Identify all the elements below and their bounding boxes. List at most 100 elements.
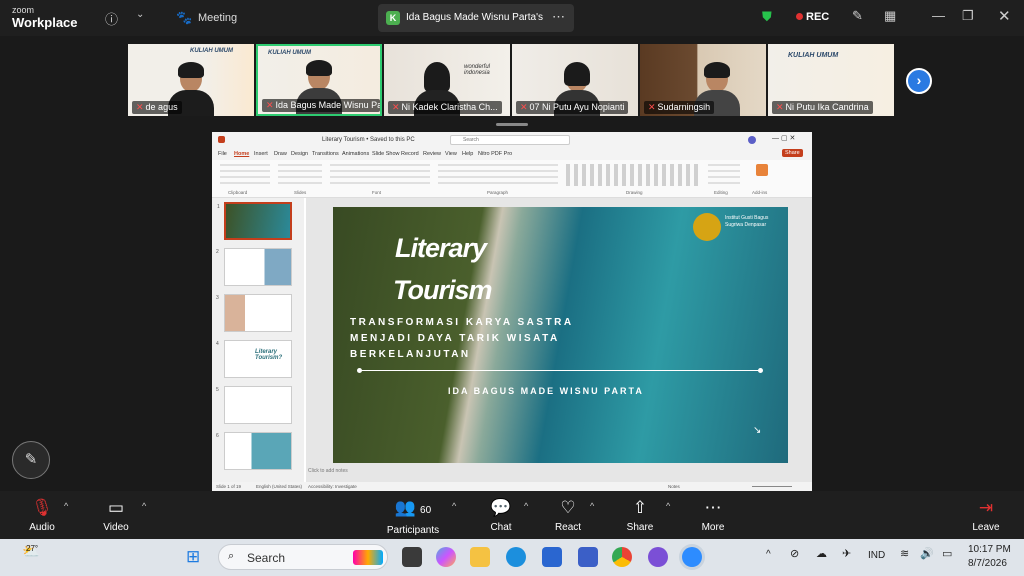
tab-file[interactable]: File xyxy=(218,151,227,157)
participants-caret-icon[interactable]: ^ xyxy=(452,501,456,511)
tab-record[interactable]: Record xyxy=(401,151,419,157)
video-caret-icon[interactable]: ^ xyxy=(142,501,146,511)
window-controls-icon[interactable]: — ▢ ✕ xyxy=(772,134,795,142)
participant-tile[interactable]: KULIAH UMUM ✕ de agus xyxy=(128,44,254,116)
share-button[interactable]: ⇧ Share xyxy=(622,497,658,533)
tray-icon[interactable]: ✈ xyxy=(842,547,851,560)
tray-icon[interactable]: ☁ xyxy=(816,547,827,560)
layout-icon[interactable]: ▦ xyxy=(884,8,896,24)
restore-icon[interactable]: ❐ xyxy=(962,8,974,24)
chat-caret-icon[interactable]: ^ xyxy=(524,501,528,511)
minimize-icon[interactable]: — xyxy=(932,8,945,23)
ppt-search-box[interactable]: Search xyxy=(450,135,570,145)
tab-animations[interactable]: Animations xyxy=(342,151,369,157)
zoom-app-icon[interactable] xyxy=(682,547,702,567)
slide-author: IDA BAGUS MADE WISNU PARTA xyxy=(448,386,644,396)
thumbnail-slide-6[interactable]: 6 xyxy=(216,432,292,470)
wifi-icon[interactable]: ≋ xyxy=(900,547,909,560)
status-accessibility[interactable]: Accessibility: Investigate xyxy=(308,484,357,489)
participant-tile[interactable]: wonderful indonesia ✕ Ni Kadek Claristha … xyxy=(384,44,510,116)
participant-name-text: Ida Bagus Made Wisnu Pa... xyxy=(275,100,380,110)
brand-top: zoom xyxy=(12,5,35,15)
tab-insert[interactable]: Insert xyxy=(254,151,268,157)
chrome-icon[interactable] xyxy=(612,547,632,567)
shared-screen-powerpoint[interactable]: Literary Tourism • Saved to this PC Sear… xyxy=(212,132,812,491)
tab-view[interactable]: View xyxy=(445,151,457,157)
leave-button[interactable]: ⇥ Leave xyxy=(966,497,1006,533)
close-icon[interactable]: ✕ xyxy=(998,7,1011,25)
tab-slideshow[interactable]: Slide Show xyxy=(372,151,400,157)
zoom-slider[interactable] xyxy=(752,486,792,487)
pen-sparkle-icon[interactable]: ✎ xyxy=(852,8,863,24)
thumbnail-slide-4[interactable]: 4 Literary Tourism? xyxy=(216,340,292,378)
share-caret-icon[interactable]: ^ xyxy=(666,501,670,511)
notes-placeholder[interactable]: Click to add notes xyxy=(308,468,348,474)
clock-time[interactable]: 10:17 PM xyxy=(968,544,1011,555)
react-button[interactable]: ♡ React xyxy=(550,497,586,533)
meeting-label[interactable]: Meeting xyxy=(198,12,237,24)
tab-help[interactable]: Help xyxy=(462,151,473,157)
rec-label[interactable]: REC xyxy=(806,11,829,23)
video-button[interactable]: ▭ Video xyxy=(98,497,134,533)
status-slide-count: Slide 1 of 19 xyxy=(216,484,242,489)
group-slides: Slides xyxy=(294,190,307,195)
tab-home[interactable]: Home xyxy=(234,151,249,157)
status-notes-button[interactable]: Notes xyxy=(668,484,680,489)
tray-icon[interactable]: ⊘ xyxy=(790,547,799,560)
windows-start-icon[interactable]: ⊞ xyxy=(186,547,200,567)
task-view-icon[interactable] xyxy=(402,547,422,567)
thumbnail-slide-1[interactable]: 1 xyxy=(217,202,292,240)
more-button[interactable]: ⋯ More xyxy=(696,497,730,533)
more-options-icon[interactable]: ⋯ xyxy=(552,9,565,25)
addins-icon[interactable] xyxy=(756,164,768,176)
audio-caret-icon[interactable]: ^ xyxy=(64,501,68,511)
chevron-down-icon[interactable]: ⌄ xyxy=(136,9,144,20)
participant-tile[interactable]: KULIAH UMUM ✕ Ni Putu Ika Candrina xyxy=(768,44,894,116)
battery-icon[interactable]: ▭ xyxy=(942,547,952,560)
tab-design[interactable]: Design xyxy=(291,151,308,157)
leave-label: Leave xyxy=(972,522,1000,533)
edge-icon[interactable] xyxy=(506,547,526,567)
screen-share-tab[interactable]: K Ida Bagus Made Wisnu Parta's scr ⋯ xyxy=(378,4,574,32)
shield-icon[interactable]: ⛊ xyxy=(762,9,772,25)
file-explorer-icon[interactable] xyxy=(470,547,490,567)
more-dots-icon: ⋯ xyxy=(704,498,722,517)
ppt-share-button[interactable]: Share xyxy=(782,149,803,157)
participant-tile[interactable]: ✕ Sudarningsih xyxy=(640,44,766,116)
status-language[interactable]: English (United States) xyxy=(256,484,302,489)
chat-button[interactable]: 💬 Chat xyxy=(484,497,518,533)
drag-handle[interactable] xyxy=(496,123,528,126)
participant-tile-active[interactable]: KULIAH UMUM ✕ Ida Bagus Made Wisnu Pa... xyxy=(256,44,382,116)
tab-review[interactable]: Review xyxy=(423,151,441,157)
thumbnail-slide-3[interactable]: 3 xyxy=(216,294,292,332)
taskbar-search-box[interactable]: ⌕ Search xyxy=(218,544,388,570)
record-dot-icon xyxy=(796,13,803,20)
participant-tile[interactable]: ✕ 07 Ni Putu Ayu Nopianti xyxy=(512,44,638,116)
clock-date[interactable]: 8/7/2026 xyxy=(968,558,1007,569)
input-language[interactable]: IND xyxy=(868,550,885,561)
tab-transitions[interactable]: Transitions xyxy=(312,151,339,157)
muted-mic-icon: ✕ xyxy=(648,102,656,112)
next-page-chevron-icon[interactable]: › xyxy=(906,68,932,94)
participant-name-text: Ni Kadek Claristha Ch... xyxy=(401,102,498,112)
tab-nitro[interactable]: Nitro PDF Pro xyxy=(478,151,512,157)
annotate-pencil-icon[interactable]: ✎ xyxy=(12,441,50,479)
current-slide[interactable]: Institut Gusti Bagus Sugriwa Denpasar Li… xyxy=(333,207,788,463)
video-camera-icon: ▭ xyxy=(107,498,125,517)
react-caret-icon[interactable]: ^ xyxy=(590,501,594,511)
app-icon[interactable] xyxy=(578,547,598,567)
copilot-icon[interactable] xyxy=(436,547,456,567)
tray-chevron-icon[interactable]: ^ xyxy=(766,549,771,560)
powerpoint-icon xyxy=(218,136,225,143)
store-icon[interactable] xyxy=(542,547,562,567)
tab-draw[interactable]: Draw xyxy=(274,151,287,157)
participants-button[interactable]: 👥 60 Participants xyxy=(386,497,440,536)
avatar[interactable] xyxy=(748,136,756,144)
muted-mic-icon: ✕ xyxy=(392,102,400,112)
info-icon[interactable]: ⓘ xyxy=(105,9,118,28)
audio-button[interactable]: 🎙 Audio xyxy=(24,497,60,533)
volume-icon[interactable]: 🔊 xyxy=(920,547,934,560)
app-icon[interactable] xyxy=(648,547,668,567)
thumbnail-slide-5[interactable]: 5 xyxy=(216,386,292,424)
thumbnail-slide-2[interactable]: 2 xyxy=(216,248,292,286)
